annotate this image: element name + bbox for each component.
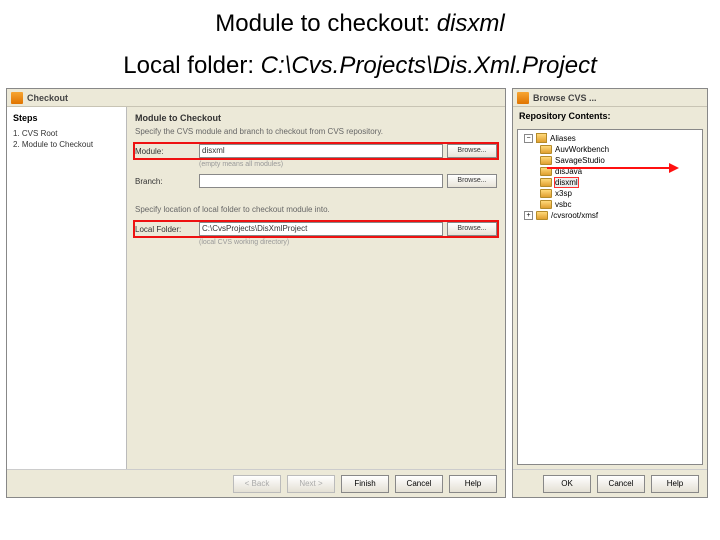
folder-browse-button[interactable]: Browse...: [447, 222, 497, 236]
heading-value-1: disxml: [437, 10, 505, 37]
slide-heading-line2: Local folder: C:\Cvs.Projects\Dis.Xml.Pr…: [0, 42, 720, 84]
browse-title-text: Browse CVS ...: [533, 93, 597, 103]
folder-icon: [540, 200, 552, 209]
module-section-title: Module to Checkout: [135, 113, 497, 123]
finish-button[interactable]: Finish: [341, 475, 389, 493]
checkout-titlebar: Checkout: [7, 89, 505, 107]
folder-input[interactable]: C:\CvsProjects\DisXmlProject: [199, 222, 443, 236]
folder-row: Local Folder: C:\CvsProjects\DisXmlProje…: [135, 222, 497, 236]
browse-titlebar: Browse CVS ...: [513, 89, 707, 107]
slide-heading-line1: Module to checkout: disxml: [0, 0, 720, 42]
folder-icon: [540, 189, 552, 198]
browse-title-icon: [517, 92, 529, 104]
tree-label-selected: disxml: [555, 178, 578, 187]
module-input[interactable]: disxml: [199, 144, 443, 158]
next-button[interactable]: Next >: [287, 475, 335, 493]
repo-tree[interactable]: − Aliases AuvWorkbench SavageStudio disJ…: [517, 129, 703, 465]
windows-container: Checkout Steps 1. CVS Root 2. Module to …: [0, 84, 720, 502]
tree-root-label: Aliases: [550, 134, 576, 143]
form-panel: Module to Checkout Specify the CVS modul…: [127, 107, 505, 469]
help-button[interactable]: Help: [449, 475, 497, 493]
folder-desc: Specify location of local folder to chec…: [135, 205, 497, 214]
steps-title: Steps: [13, 113, 120, 123]
folder-icon: [536, 211, 548, 220]
repo-contents-label: Repository Contents:: [513, 107, 707, 125]
branch-row: Branch: Browse...: [135, 174, 497, 188]
module-browse-button[interactable]: Browse...: [447, 144, 497, 158]
folder-icon: [540, 145, 552, 154]
tree-item-auv[interactable]: AuvWorkbench: [520, 144, 700, 155]
browse-body: Repository Contents: − Aliases AuvWorkbe…: [513, 107, 707, 469]
tree-item-vsbc[interactable]: vsbc: [520, 199, 700, 210]
tree-label: x3sp: [555, 189, 572, 198]
tree-bottom-label: /cvsroot/xmsf: [551, 211, 598, 220]
browse-window: Browse CVS ... Repository Contents: − Al…: [512, 88, 708, 498]
checkout-title-icon: [11, 92, 23, 104]
steps-panel: Steps 1. CVS Root 2. Module to Checkout: [7, 107, 127, 469]
tree-toggle-minus-icon[interactable]: −: [524, 134, 533, 143]
folder-icon: [540, 156, 552, 165]
browse-help-button[interactable]: Help: [651, 475, 699, 493]
folder-label: Local Folder:: [135, 225, 195, 234]
checkout-button-bar: < Back Next > Finish Cancel Help: [7, 469, 505, 497]
annotation-arrow: [547, 167, 677, 169]
book-icon: [536, 133, 547, 143]
tree-label: SavageStudio: [555, 156, 605, 165]
heading-prefix-1: Module to checkout:: [215, 10, 436, 37]
folder-icon: [540, 178, 552, 187]
tree-item-x3sp[interactable]: x3sp: [520, 188, 700, 199]
browse-button-bar: OK Cancel Help: [513, 469, 707, 497]
browse-cancel-button[interactable]: Cancel: [597, 475, 645, 493]
tree-label: AuvWorkbench: [555, 145, 609, 154]
tree-root[interactable]: − Aliases: [520, 132, 700, 144]
back-button[interactable]: < Back: [233, 475, 281, 493]
checkout-window: Checkout Steps 1. CVS Root 2. Module to …: [6, 88, 506, 498]
cancel-button[interactable]: Cancel: [395, 475, 443, 493]
branch-input[interactable]: [199, 174, 443, 188]
tree-toggle-plus-icon[interactable]: +: [524, 211, 533, 220]
checkout-body: Steps 1. CVS Root 2. Module to Checkout …: [7, 107, 505, 469]
heading-value-2: C:\Cvs.Projects\Dis.Xml.Project: [261, 52, 597, 79]
heading-prefix-2: Local folder:: [123, 52, 260, 79]
module-hint: (empty means all modules): [199, 161, 497, 168]
branch-label: Branch:: [135, 177, 195, 186]
module-label: Module:: [135, 147, 195, 156]
module-row: Module: disxml Browse...: [135, 144, 497, 158]
module-section-desc: Specify the CVS module and branch to che…: [135, 127, 497, 136]
step-2: 2. Module to Checkout: [13, 140, 120, 149]
folder-hint: (local CVS working directory): [199, 239, 497, 246]
tree-item-disxml[interactable]: disxml: [520, 177, 700, 188]
checkout-title-text: Checkout: [27, 93, 68, 103]
tree-label: vsbc: [555, 200, 571, 209]
tree-bottom[interactable]: + /cvsroot/xmsf: [520, 210, 700, 221]
step-1: 1. CVS Root: [13, 129, 120, 138]
branch-browse-button[interactable]: Browse...: [447, 174, 497, 188]
ok-button[interactable]: OK: [543, 475, 591, 493]
